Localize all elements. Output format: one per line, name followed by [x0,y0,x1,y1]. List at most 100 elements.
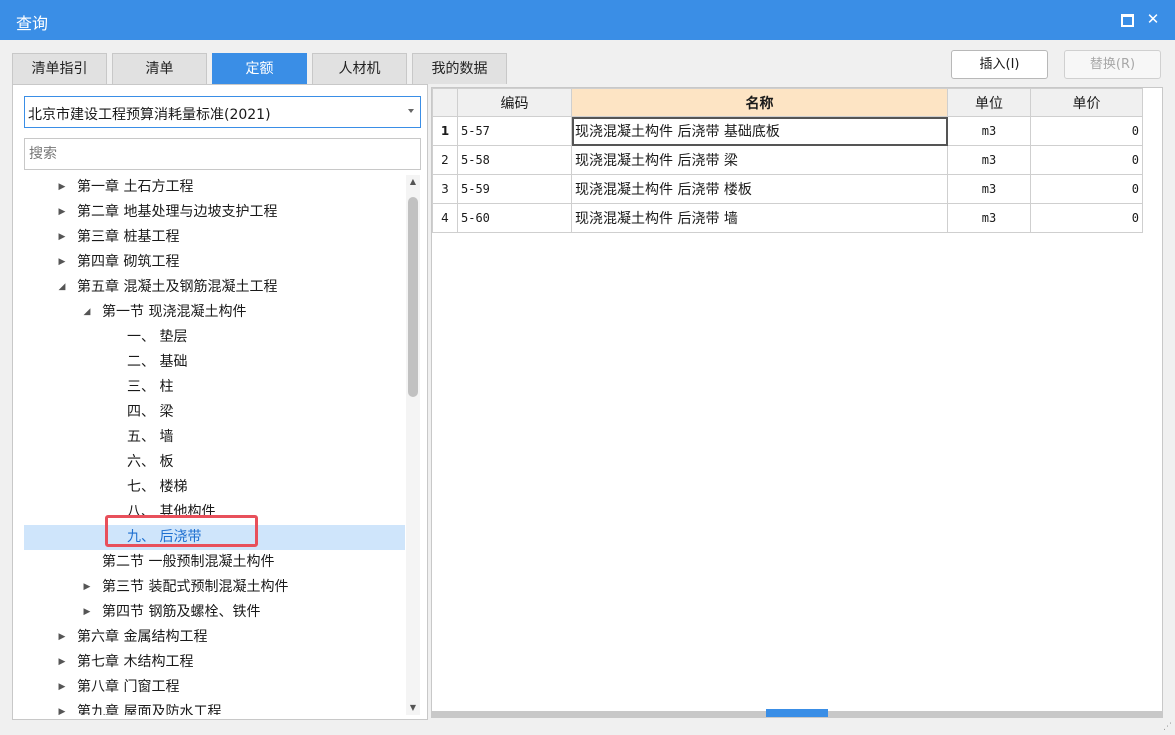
scrollbar-handle[interactable] [766,709,828,717]
tree-node[interactable]: 六、 板 [24,450,405,475]
tree-node[interactable]: 三、 柱 [24,375,405,400]
quota-grid-panel: 编码 名称 单位 单价 1 5-57 现浇混凝土构件 后浇带 基础底板 m3 0… [431,87,1163,718]
tree-node-label: 五、 墙 [127,429,174,445]
title-bar: 查询 ✕ [0,0,1175,40]
horizontal-scrollbar[interactable] [432,709,1162,717]
tree-panel: 北京市建设工程预算消耗量标准(2021) ▶ 第一章 土石方工程 ▶ 第二章 地基处理… [12,84,428,720]
tree-node-label: 九、 后浇带 [127,529,202,545]
cell-code[interactable]: 5-58 [457,145,572,175]
tree-node[interactable]: 四、 梁 [24,400,405,425]
cell-unit[interactable]: m3 [947,116,1031,146]
header-code[interactable]: 编码 [457,88,572,117]
collapsed-arrow-icon[interactable]: ▶ [81,600,93,625]
tree-node[interactable]: ▶ 第三节 装配式预制混凝土构件 [24,575,405,600]
cell-unit[interactable]: m3 [947,145,1031,175]
tree-node[interactable]: ▶ 第四节 钢筋及螺栓、铁件 [24,600,405,625]
chevron-down-icon[interactable] [408,109,414,113]
cell-name[interactable]: 现浇混凝土构件 后浇带 梁 [571,145,948,175]
collapsed-arrow-icon[interactable]: ▶ [56,225,68,250]
scroll-down-icon[interactable]: ▼ [406,701,420,715]
cell-unit[interactable]: m3 [947,174,1031,204]
cell-name[interactable]: 现浇混凝土构件 后浇带 基础底板 [571,116,948,146]
expanded-arrow-icon[interactable]: ◢ [81,300,93,325]
cell-code[interactable]: 5-59 [457,174,572,204]
tree-node-label: 四、 梁 [127,404,174,420]
collapsed-arrow-icon[interactable]: ▶ [81,575,93,600]
replace-button[interactable]: 替换(R) [1064,50,1161,79]
row-number: 3 [432,174,458,204]
tree-node-label: 第八章 门窗工程 [77,679,180,695]
table-row[interactable]: 4 5-60 现浇混凝土构件 后浇带 墙 m3 0 [432,203,1143,233]
cell-code[interactable]: 5-60 [457,203,572,233]
cell-price[interactable]: 0 [1030,203,1143,233]
chapter-tree: ▶ 第一章 土石方工程 ▶ 第二章 地基处理与边坡支护工程 ▶ 第三章 桩基工程 ▶ 第四章 … [24,175,405,715]
tree-node-label: 一、 垫层 [127,329,188,345]
table-row[interactable]: 2 5-58 现浇混凝土构件 后浇带 梁 m3 0 [432,145,1143,175]
standard-select[interactable]: 北京市建设工程预算消耗量标准(2021) [24,96,421,128]
collapsed-arrow-icon[interactable]: ▶ [56,700,68,715]
tree-node[interactable]: ◢ 第五章 混凝土及钢筋混凝土工程 [24,275,405,300]
cell-name[interactable]: 现浇混凝土构件 后浇带 楼板 [571,174,948,204]
tree-node[interactable]: 五、 墙 [24,425,405,450]
expanded-arrow-icon[interactable]: ◢ [56,275,68,300]
tab-labor-material-machine[interactable]: 人材机 [312,53,407,84]
tree-node[interactable]: ▶ 第六章 金属结构工程 [24,625,405,650]
cell-name[interactable]: 现浇混凝土构件 后浇带 墙 [571,203,948,233]
tree-scrollbar[interactable]: ▲ ▼ [406,175,420,715]
collapsed-arrow-icon[interactable]: ▶ [56,675,68,700]
tab-list[interactable]: 清单 [112,53,207,84]
close-icon[interactable]: ✕ [1144,10,1162,28]
tree-node[interactable]: ▶ 第一章 土石方工程 [24,175,405,200]
tab-my-data[interactable]: 我的数据 [412,53,507,84]
cell-price[interactable]: 0 [1030,174,1143,204]
tree-node-label: 六、 板 [127,454,174,470]
table-row[interactable]: 3 5-59 现浇混凝土构件 后浇带 楼板 m3 0 [432,174,1143,204]
scroll-up-icon[interactable]: ▲ [406,175,420,189]
tree-node[interactable]: 二、 基础 [24,350,405,375]
tree-node[interactable]: 一、 垫层 [24,325,405,350]
search-input[interactable] [24,138,421,170]
tree-node[interactable]: 九、 后浇带 [24,525,405,550]
tree-node[interactable]: 七、 楼梯 [24,475,405,500]
header-name[interactable]: 名称 [571,88,948,117]
tree-node-label: 三、 柱 [127,379,174,395]
tab-quota[interactable]: 定额 [212,53,307,84]
tree-node[interactable]: ▶ 第三章 桩基工程 [24,225,405,250]
tab-list-guide[interactable]: 清单指引 [12,53,107,84]
tree-node-label: 第七章 木结构工程 [77,654,194,670]
tree-node-label: 第一章 土石方工程 [77,179,194,195]
tree-node[interactable]: ▶ 第二章 地基处理与边坡支护工程 [24,200,405,225]
tree-node-label: 第九章 屋面及防水工程 [77,704,222,715]
tree-node-label: 第二节 一般预制混凝土构件 [102,554,275,570]
cell-code[interactable]: 5-57 [457,116,572,146]
collapsed-arrow-icon[interactable]: ▶ [56,625,68,650]
header-rownum [432,88,458,117]
tree-node[interactable]: ▶ 第四章 砌筑工程 [24,250,405,275]
maximize-icon[interactable] [1118,10,1136,28]
row-number: 1 [432,116,458,146]
table-row[interactable]: 1 5-57 现浇混凝土构件 后浇带 基础底板 m3 0 [432,116,1143,146]
tree-node-label: 第五章 混凝土及钢筋混凝土工程 [77,279,278,295]
cell-unit[interactable]: m3 [947,203,1031,233]
header-unit[interactable]: 单位 [947,88,1031,117]
tree-node[interactable]: 八、 其他构件 [24,500,405,525]
quota-table: 编码 名称 单位 单价 1 5-57 现浇混凝土构件 后浇带 基础底板 m3 0… [432,88,1143,233]
collapsed-arrow-icon[interactable]: ▶ [56,200,68,225]
tree-node[interactable]: ◢ 第一节 现浇混凝土构件 [24,300,405,325]
collapsed-arrow-icon[interactable]: ▶ [56,250,68,275]
header-price[interactable]: 单价 [1030,88,1143,117]
scrollbar-thumb[interactable] [408,197,418,397]
collapsed-arrow-icon[interactable]: ▶ [56,175,68,200]
cell-price[interactable]: 0 [1030,145,1143,175]
tree-node[interactable]: 第二节 一般预制混凝土构件 [24,550,405,575]
row-number: 2 [432,145,458,175]
tree-node-label: 七、 楼梯 [127,479,188,495]
insert-button[interactable]: 插入(I) [951,50,1048,79]
tree-node[interactable]: ▶ 第七章 木结构工程 [24,650,405,675]
cell-price[interactable]: 0 [1030,116,1143,146]
tree-node[interactable]: ▶ 第八章 门窗工程 [24,675,405,700]
tree-node[interactable]: ▶ 第九章 屋面及防水工程 [24,700,405,715]
collapsed-arrow-icon[interactable]: ▶ [56,650,68,675]
resize-grip-icon[interactable]: ⋰ [1163,723,1172,732]
standard-select-value: 北京市建设工程预算消耗量标准(2021) [28,107,271,123]
